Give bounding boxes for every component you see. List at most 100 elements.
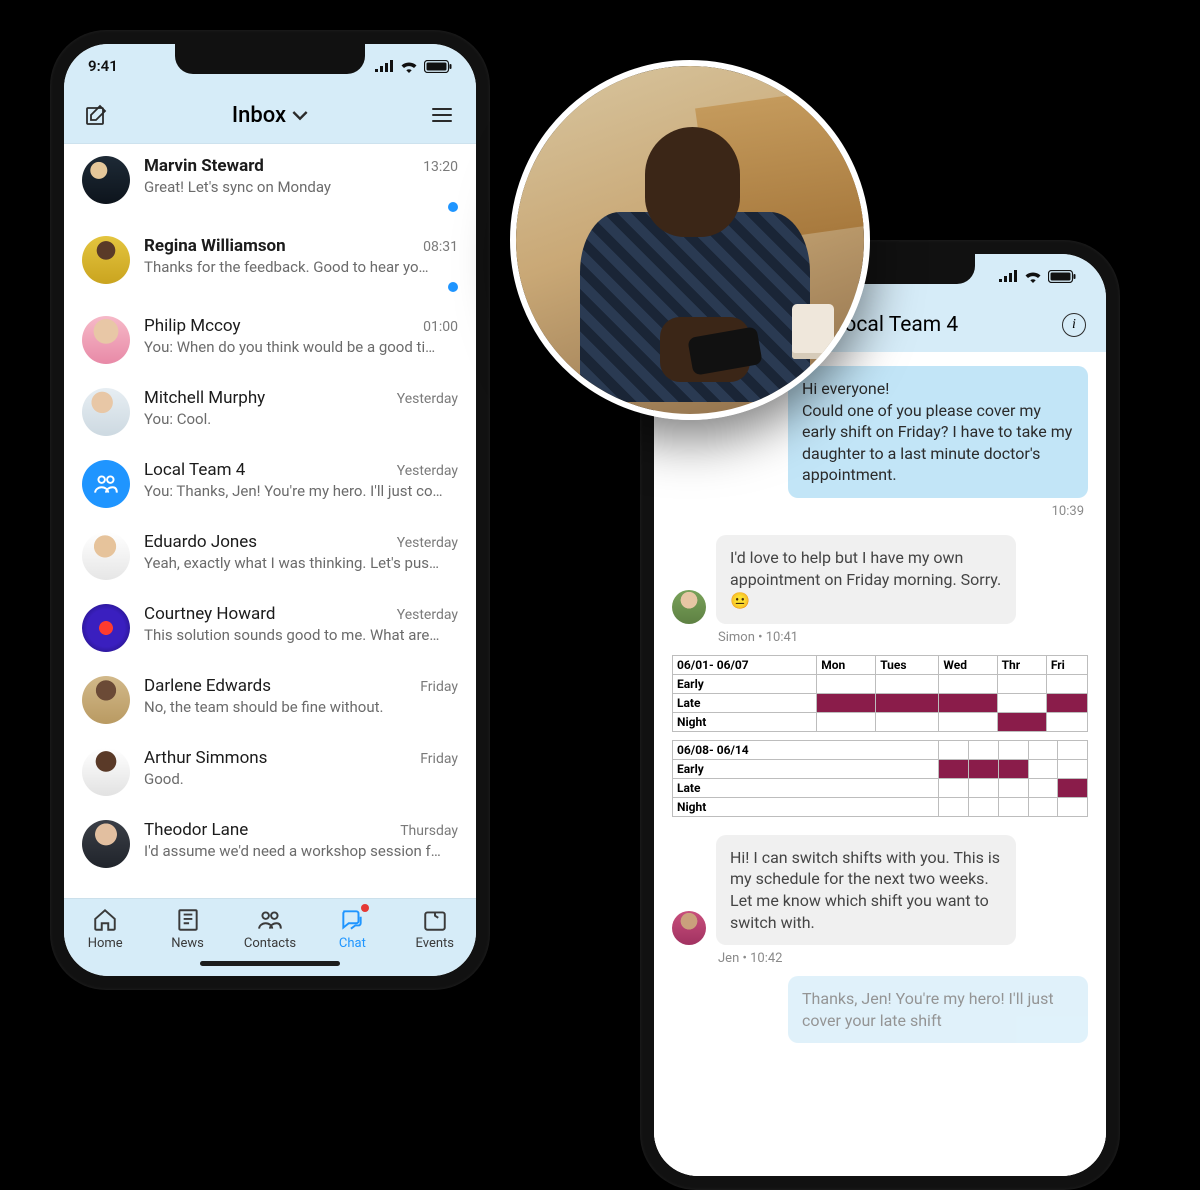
conversation-preview: You: Thanks, Jen! You're my hero. I'll j… xyxy=(144,482,444,500)
avatar[interactable] xyxy=(82,460,130,508)
cellular-icon xyxy=(374,60,394,72)
message-outgoing[interactable]: Thanks, Jen! You're my hero! I'll just c… xyxy=(788,976,1088,1043)
conversation-row[interactable]: Regina Williamson08:31Thanks for the fee… xyxy=(64,224,476,304)
tab-events[interactable]: Events xyxy=(399,907,471,951)
inbox-title-dropdown[interactable]: Inbox xyxy=(232,103,308,128)
schedule-cell xyxy=(1046,693,1087,712)
schedule-shift-label: Late xyxy=(673,778,939,797)
chevron-down-icon xyxy=(292,108,308,124)
conversation-name: Darlene Edwards xyxy=(144,676,271,696)
schedule-cell xyxy=(876,712,939,731)
conversation-name: Eduardo Jones xyxy=(144,532,257,552)
avatar[interactable] xyxy=(82,820,130,868)
schedule-cell xyxy=(1046,712,1087,731)
phone-inbox: 9:41 Inbox Marvin Steward13:20Great! Let… xyxy=(50,30,490,990)
scroll-fade xyxy=(654,1086,1106,1176)
conversation-preview: No, the team should be fine without. xyxy=(144,698,444,716)
schedule-cell xyxy=(997,712,1046,731)
status-indicators xyxy=(374,60,452,73)
message-incoming[interactable]: Hi! I can switch shifts with you. This i… xyxy=(716,835,1016,945)
conversation-time: 13:20 xyxy=(423,159,458,175)
schedule-cell xyxy=(969,778,999,797)
conversation-name: Arthur Simmons xyxy=(144,748,267,768)
conversation-time: Friday xyxy=(420,679,458,695)
hamburger-menu-icon[interactable] xyxy=(430,103,456,129)
conversation-row[interactable]: Arthur Simmons Friday Good. xyxy=(64,736,476,808)
schedule-cell xyxy=(1058,759,1088,778)
schedule-cell xyxy=(1028,759,1058,778)
schedule-cell xyxy=(876,693,939,712)
status-indicators xyxy=(998,270,1076,283)
tab-news[interactable]: News xyxy=(152,907,224,951)
home-indicator[interactable] xyxy=(200,961,340,966)
conversation-preview: You: Cool. xyxy=(144,410,444,428)
tab-label: News xyxy=(171,936,204,951)
group-icon xyxy=(93,471,119,497)
wifi-icon xyxy=(1024,270,1042,283)
inbox-title-label: Inbox xyxy=(232,103,286,128)
conversation-time: 08:31 xyxy=(423,239,458,255)
unread-dot xyxy=(448,282,458,292)
battery-icon xyxy=(1048,270,1076,283)
cellular-icon xyxy=(998,270,1018,282)
schedule-day xyxy=(1058,740,1088,759)
message-incoming[interactable]: I'd love to help but I have my own appoi… xyxy=(716,535,1016,624)
conversation-preview: This solution sounds good to me. What ar… xyxy=(144,626,444,644)
conversation-time: Thursday xyxy=(400,823,458,839)
avatar[interactable] xyxy=(82,236,130,284)
tab-label: Chat xyxy=(339,936,366,951)
schedule-cell xyxy=(876,674,939,693)
conversation-name: Local Team 4 xyxy=(144,460,245,480)
conversation-row[interactable]: Eduardo JonesYesterdayYeah, exactly what… xyxy=(64,520,476,592)
schedule-cell xyxy=(998,759,1028,778)
avatar[interactable] xyxy=(82,532,130,580)
schedule-cell xyxy=(1028,797,1058,816)
conversation-preview: Great! Let's sync on Monday xyxy=(144,178,444,196)
compose-icon[interactable] xyxy=(84,103,110,129)
conversation-row[interactable]: Darlene Edwards Friday No, the team should… xyxy=(64,664,476,736)
battery-icon xyxy=(424,60,452,73)
conversation-list[interactable]: Marvin Steward13:20Great! Let's sync on … xyxy=(64,144,476,898)
avatar[interactable] xyxy=(82,316,130,364)
schedule-attachment[interactable]: 06/01- 06/07MonTuesWedThrFriEarlyLateNig… xyxy=(672,655,1088,825)
tab-label: Contacts xyxy=(244,936,296,951)
avatar[interactable] xyxy=(82,676,130,724)
info-button[interactable]: i xyxy=(1062,313,1086,337)
message-meta: Jen • 10:42 xyxy=(718,951,1088,966)
contacts-icon xyxy=(257,907,283,933)
avatar[interactable] xyxy=(82,156,130,204)
avatar[interactable] xyxy=(82,388,130,436)
conversation-row[interactable]: Mitchell MurphyYesterdayYou: Cool. xyxy=(64,376,476,448)
conversation-preview: Good. xyxy=(144,770,444,788)
schedule-range: 06/01- 06/07 xyxy=(673,655,817,674)
message-meta: Simon • 10:41 xyxy=(718,630,1088,645)
schedule-week: 06/08- 06/14EarlyLateNight xyxy=(672,740,1088,817)
schedule-cell xyxy=(997,693,1046,712)
home-icon xyxy=(92,907,118,933)
conversation-row[interactable]: Marvin Steward13:20Great! Let's sync on … xyxy=(64,144,476,224)
schedule-shift-label: Late xyxy=(673,693,817,712)
schedule-cell xyxy=(939,712,997,731)
schedule-cell xyxy=(939,778,969,797)
schedule-cell xyxy=(997,674,1046,693)
tab-chat[interactable]: Chat xyxy=(316,907,388,951)
conversation-row[interactable]: Courtney HowardYesterdayThis solution so… xyxy=(64,592,476,664)
conversation-row[interactable]: Theodor LaneThursdayI'd assume we'd need… xyxy=(64,808,476,880)
conversation-time: Yesterday xyxy=(397,463,458,479)
schedule-cell xyxy=(939,674,997,693)
tab-home[interactable]: Home xyxy=(69,907,141,951)
avatar-simon[interactable] xyxy=(672,590,706,624)
avatar-jen[interactable] xyxy=(672,911,706,945)
conversation-name: Philip Mccoy xyxy=(144,316,241,336)
schedule-cell xyxy=(969,759,999,778)
schedule-cell xyxy=(939,693,997,712)
chat-thread[interactable]: Hi everyone! Could one of you please cov… xyxy=(654,352,1106,1176)
conversation-row[interactable]: Local Team 4 Yesterday You: Thanks, Jen! Y… xyxy=(64,448,476,520)
avatar[interactable] xyxy=(82,748,130,796)
conversation-name: Theodor Lane xyxy=(144,820,248,840)
conversation-time: Friday xyxy=(420,751,458,767)
avatar[interactable] xyxy=(82,604,130,652)
schedule-cell xyxy=(1028,778,1058,797)
tab-contacts[interactable]: Contacts xyxy=(234,907,306,951)
conversation-row[interactable]: Philip Mccoy01:00You: When do you think … xyxy=(64,304,476,376)
